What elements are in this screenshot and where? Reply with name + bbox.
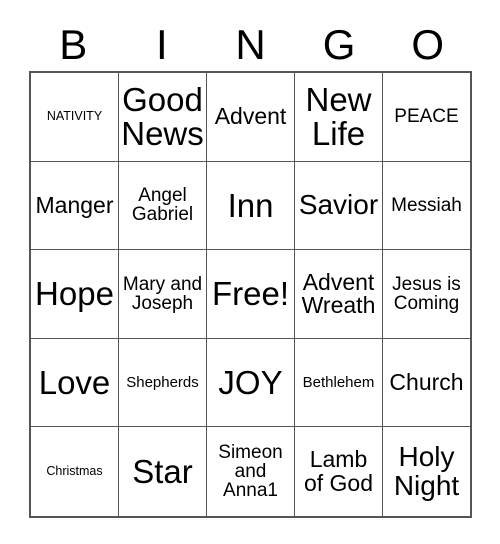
bingo-cell-n5[interactable]: Simeon and Anna1 [207,427,295,516]
bingo-card: B I N G O NATIVITY Good News Advent New … [29,19,472,518]
bingo-cell-label: Love [38,363,111,401]
bingo-header-letter-b: B [59,21,88,68]
bingo-cell-label: Holy Night [393,441,460,501]
bingo-header-letter-g: G [322,21,356,68]
bingo-row: Manger Angel Gabriel Inn Savior Messiah [31,161,470,251]
bingo-cell-label: Church [389,368,464,395]
bingo-cell-label: Bethlehem [302,373,375,391]
bingo-row: Christmas Star Simeon and Anna1 Lamb of … [31,427,470,516]
bingo-cell-label: Inn [227,186,274,224]
bingo-cell-label: Mary and Joseph [122,273,203,314]
bingo-cell-label: NATIVITY [46,109,103,124]
bingo-cell-label: New Life [305,81,372,152]
bingo-cell-free-space[interactable]: Free! [207,250,295,339]
bingo-cell-label: Jesus is Coming [392,273,461,314]
bingo-cell-b3[interactable]: Hope [31,250,119,339]
bingo-cell-o4[interactable]: Church [383,338,470,428]
bingo-cell-b1[interactable]: NATIVITY [31,73,119,162]
bingo-cell-i1[interactable]: Good News [119,73,207,162]
bingo-cell-i4[interactable]: Shepherds [119,338,207,428]
bingo-cell-label: JOY [218,363,283,401]
bingo-cell-o5[interactable]: Holy Night [383,427,470,516]
bingo-cell-label: Star [132,452,193,490]
bingo-cell-g4[interactable]: Bethlehem [295,338,383,428]
bingo-cell-i2[interactable]: Angel Gabriel [119,161,207,251]
bingo-cell-label: Simeon and Anna1 [218,441,283,502]
bingo-cell-label: Advent Wreath [301,268,376,318]
bingo-header-letter-o: O [411,21,444,68]
bingo-cell-label: Savior [298,189,379,221]
bingo-cell-g2[interactable]: Savior [295,161,383,251]
bingo-row: Love Shepherds JOY Bethlehem Church [31,338,470,428]
bingo-cell-label: Messiah [391,194,462,216]
bingo-cell-label: Lamb of God [303,446,374,496]
bingo-cell-o2[interactable]: Messiah [383,161,470,251]
bingo-cell-label: Good News [121,81,204,152]
bingo-cell-g1[interactable]: New Life [295,73,383,162]
bingo-cell-o1[interactable]: PEACE [383,73,470,162]
bingo-cell-b2[interactable]: Manger [31,161,119,251]
bingo-cell-n4[interactable]: JOY [207,338,295,428]
bingo-header: B I N G O [29,19,472,71]
bingo-header-letter-n: N [235,21,266,68]
bingo-cell-o3[interactable]: Jesus is Coming [383,250,470,339]
bingo-cell-label: Advent [214,103,287,130]
bingo-row: Hope Mary and Joseph Free! Advent Wreath… [31,250,470,339]
bingo-row: NATIVITY Good News Advent New Life PEACE [31,73,470,162]
bingo-cell-label: Angel Gabriel [131,185,194,226]
bingo-cell-label: Hope [35,275,114,313]
bingo-cell-n2[interactable]: Inn [207,161,295,251]
bingo-cell-b4[interactable]: Love [31,338,119,428]
bingo-cell-i5[interactable]: Star [119,427,207,516]
bingo-cell-i3[interactable]: Mary and Joseph [119,250,207,339]
bingo-cell-g5[interactable]: Lamb of God [295,427,383,516]
bingo-cell-label: Manger [35,191,114,218]
bingo-cell-label: Christmas [46,464,103,479]
bingo-cell-label: PEACE [394,106,459,128]
bingo-header-letter-i: I [156,21,168,68]
bingo-cell-label: Free! [211,275,290,313]
bingo-grid: NATIVITY Good News Advent New Life PEACE… [29,71,472,518]
bingo-cell-n1[interactable]: Advent [207,73,295,162]
bingo-cell-label: Shepherds [126,373,199,391]
bingo-cell-g3[interactable]: Advent Wreath [295,250,383,339]
bingo-cell-b5[interactable]: Christmas [31,427,119,516]
